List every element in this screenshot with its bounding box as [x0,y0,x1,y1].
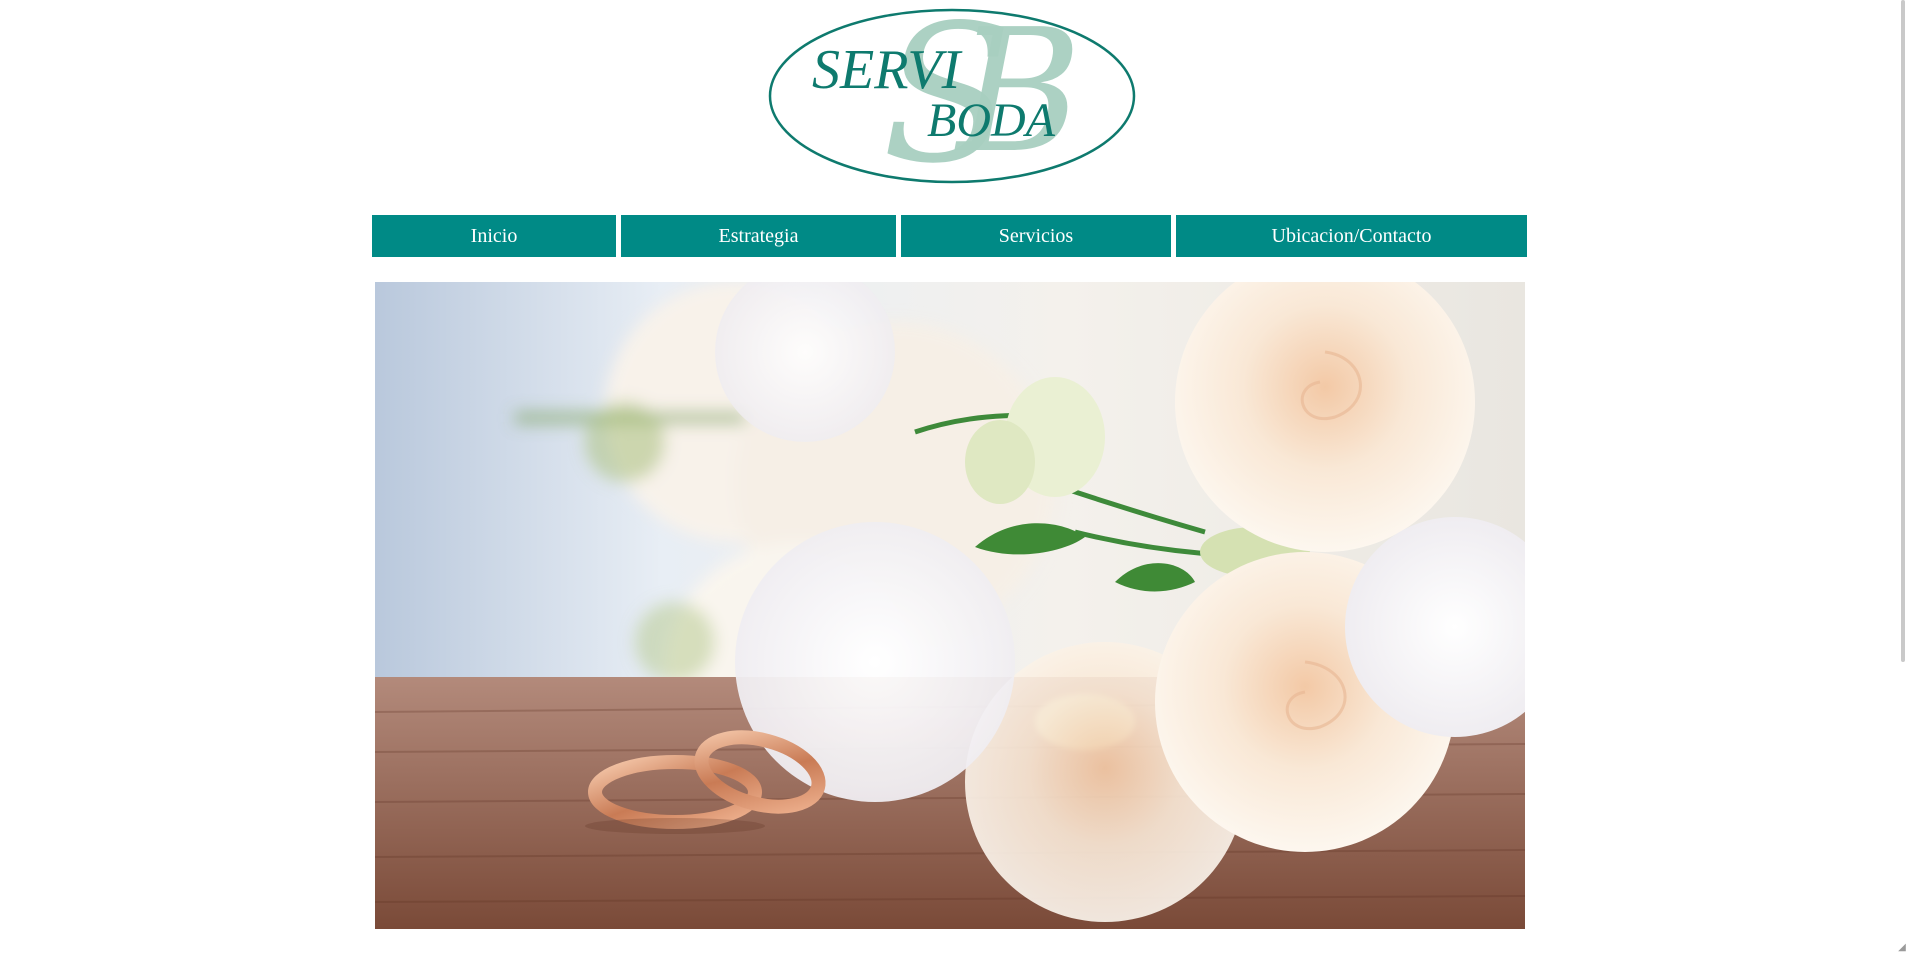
vertical-scrollbar[interactable]: ◢ [1898,0,1906,954]
hero-image [375,282,1525,929]
scrollbar-thumb[interactable] [1901,0,1905,662]
nav-ubicacion-contacto-label: Ubicacion/Contacto [1271,224,1432,247]
nav-estrategia-label: Estrategia [718,224,799,247]
page: S B SERVI BODA Inicio Estrategia Servici… [0,0,1906,954]
nav-servicios-label: Servicios [998,224,1074,247]
nav-estrategia-button[interactable]: Estrategia [621,215,896,257]
nav-inicio-button[interactable]: Inicio [372,215,616,257]
nav-servicios-button[interactable]: Servicios [901,215,1171,257]
logo-line2: BODA [927,94,1056,147]
nav-ubicacion-contacto-button[interactable]: Ubicacion/Contacto [1176,215,1527,257]
main-nav: Inicio Estrategia Servicios Ubicacion/Co… [372,215,1527,257]
scroll-down-arrow-icon[interactable]: ◢ [1898,942,1906,954]
site-logo[interactable]: S B SERVI BODA [762,0,1142,190]
logo-line1: SERVI [812,39,963,101]
nav-inicio-label: Inicio [470,224,518,247]
